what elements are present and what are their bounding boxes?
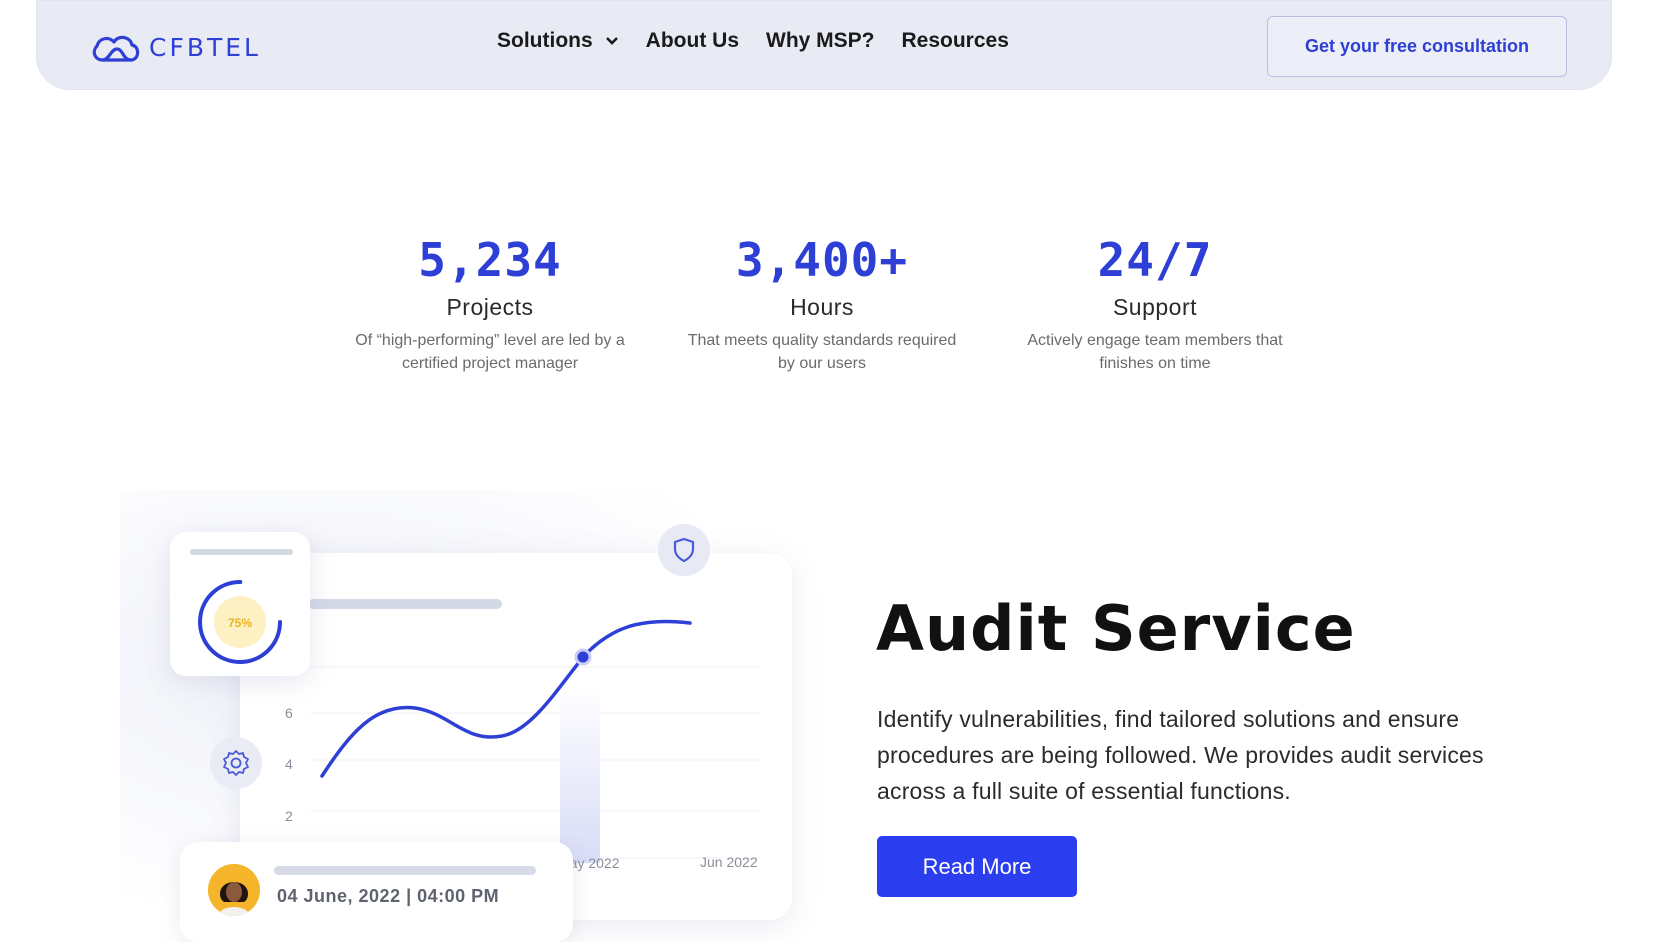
nav-item-solutions[interactable]: Solutions	[497, 29, 619, 53]
stat-desc-line: Of “high-performing” level are led by a	[355, 332, 625, 349]
stat-description: Of “high-performing” level are led by a …	[340, 329, 640, 375]
stat-value: 24/7	[1097, 233, 1213, 287]
person-avatar-icon	[208, 864, 260, 916]
stat-support: 24/7 Support Actively engage team member…	[1005, 232, 1305, 375]
event-card: 04 June, 2022 | 04:00 PM	[180, 842, 573, 942]
read-more-button[interactable]: Read More	[877, 836, 1077, 897]
event-datetime: 04 June, 2022 | 04:00 PM	[277, 886, 500, 906]
section-title: Audit Service	[876, 592, 1356, 665]
nav-item-label: Why MSP?	[766, 29, 875, 52]
shield-button[interactable]	[658, 524, 710, 576]
cloud-logo-icon	[92, 35, 140, 62]
description-line: across a full suite of essential functio…	[877, 778, 1291, 804]
stat-desc-line: finishes on time	[1099, 355, 1211, 372]
nav-item-label: Resources	[901, 29, 1009, 52]
nav-item-why-msp[interactable]: Why MSP?	[766, 29, 875, 53]
trend-line	[320, 619, 692, 778]
chart-header-bar	[308, 599, 502, 609]
chevron-down-icon	[605, 37, 618, 45]
gear-icon	[223, 750, 249, 776]
nav-item-label: About Us	[645, 29, 739, 52]
stat-description: Actively engage team members that finish…	[1005, 329, 1305, 375]
top-navbar: CFBTEL Solutions About Us Why MSP? Resou…	[36, 0, 1612, 90]
stat-title: Support	[1112, 294, 1198, 320]
description-line: procedures are being followed. We provid…	[877, 742, 1484, 768]
y-tick-label: 4	[285, 756, 293, 772]
brand-logo[interactable]: CFBTEL	[89, 27, 261, 67]
brand-name: CFBTEL	[149, 32, 261, 62]
nav-item-about-us[interactable]: About Us	[646, 29, 739, 53]
nav-item-label: Solutions	[497, 29, 593, 52]
y-tick-label: 6	[285, 705, 293, 721]
gauge-label: 75%	[228, 616, 252, 630]
x-axis-label: Jun 2022	[700, 854, 758, 870]
gauge-card-bar	[190, 549, 293, 555]
chart-gridlines	[310, 666, 760, 859]
avatar	[208, 864, 260, 916]
stat-title: Projects	[446, 294, 534, 320]
stat-description: That meets quality standards required by…	[672, 329, 972, 375]
section-description: Identify vulnerabilities, find tailored …	[877, 701, 1557, 809]
y-tick-label: 2	[285, 808, 293, 824]
stat-title: Hours	[790, 294, 854, 320]
settings-button[interactable]	[210, 737, 262, 789]
main-menu: Solutions About Us Why MSP? Resources	[497, 29, 1036, 53]
highlight-column	[560, 683, 600, 863]
stat-desc-line: by our users	[777, 355, 867, 372]
stat-value: 3,400+	[735, 233, 909, 287]
stat-desc-line: certified project manager	[401, 355, 579, 372]
trend-point	[574, 648, 592, 666]
stat-projects: 5,234 Projects Of “high-performing” leve…	[340, 232, 640, 375]
stat-value: 5,234	[418, 233, 562, 287]
description-line: Identify vulnerabilities, find tailored …	[877, 706, 1460, 732]
free-consultation-button[interactable]: Get your free consultation	[1267, 16, 1567, 77]
stat-hours: 3,400+ Hours That meets quality standard…	[672, 232, 972, 375]
progress-gauge-card: 75%	[170, 532, 310, 676]
stat-desc-line: Actively engage team members that	[1027, 332, 1283, 349]
stat-desc-line: That meets quality standards required	[687, 332, 957, 349]
progress-gauge: 75%	[190, 549, 293, 664]
event-title-bar	[274, 866, 536, 875]
nav-item-resources[interactable]: Resources	[902, 29, 1009, 53]
shield-icon	[673, 537, 695, 563]
